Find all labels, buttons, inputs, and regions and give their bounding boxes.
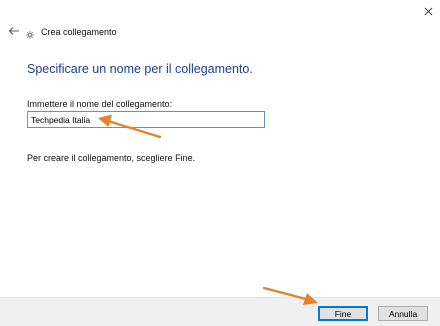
shortcut-name-input[interactable]: [27, 111, 265, 128]
shortcut-wizard-icon: [26, 31, 34, 39]
close-icon: [424, 7, 432, 15]
annotation-arrows: [98, 114, 318, 305]
window-title: Crea collegamento: [41, 27, 117, 37]
close-button[interactable]: [416, 0, 440, 22]
cancel-button[interactable]: Annulla: [378, 306, 428, 321]
page-heading: Specificare un nome per il collegamento.: [27, 62, 253, 76]
create-shortcut-window: Crea collegamento Specificare un nome pe…: [0, 0, 440, 326]
finish-button[interactable]: Fine: [318, 306, 368, 321]
shortcut-name-label: Immettere il nome del collegamento:: [27, 99, 173, 109]
instruction-text: Per creare il collegamento, scegliere Fi…: [27, 153, 196, 163]
back-arrow-icon: [8, 27, 19, 35]
wizard-footer: Fine Annulla: [0, 297, 440, 326]
back-button[interactable]: [6, 22, 22, 40]
